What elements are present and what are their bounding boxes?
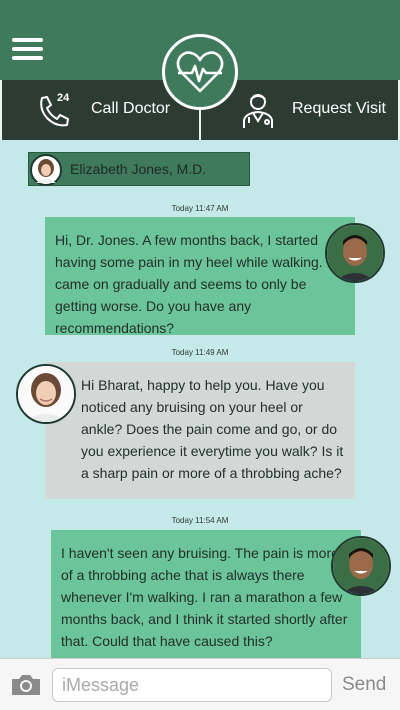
heart-pulse-icon (162, 34, 238, 110)
message-text: I haven't seen any bruising. The pain is… (61, 545, 348, 649)
doctor-message-bubble: Hi Bharat, happy to help you. Have you n… (45, 362, 355, 499)
message-text: Hi Bharat, happy to help you. Have you n… (81, 377, 344, 481)
send-button[interactable]: Send (342, 674, 386, 696)
message-composer: Send (0, 658, 400, 710)
request-visit-label: Request Visit (292, 100, 386, 117)
patient-message-bubble: I haven't seen any bruising. The pain is… (51, 530, 361, 658)
doctor-avatar (30, 154, 62, 186)
patient-message-bubble: Hi, Dr. Jones. A few months back, I star… (45, 217, 355, 336)
call-doctor-label: Call Doctor (91, 100, 171, 117)
patient-avatar (325, 223, 385, 283)
doctor-icon (243, 94, 273, 128)
doctor-name-tag[interactable]: Elizabeth Jones, M.D. (28, 152, 250, 186)
message-timestamp: Today 11:54 AM (171, 516, 229, 525)
phone-icon (40, 96, 69, 127)
message-timestamp: Today 11:49 AM (171, 348, 229, 357)
doctor-name: Elizabeth Jones, M.D. (70, 161, 207, 177)
camera-icon[interactable] (10, 673, 42, 697)
doctor-avatar (16, 364, 76, 424)
message-text: Hi, Dr. Jones. A few months back, I star… (55, 232, 335, 336)
call-badge: 24 (57, 92, 70, 104)
message-timestamp: Today 11:47 AM (171, 204, 229, 213)
patient-avatar (331, 536, 391, 596)
hamburger-menu-icon[interactable] (12, 38, 43, 62)
message-input[interactable] (52, 668, 332, 702)
